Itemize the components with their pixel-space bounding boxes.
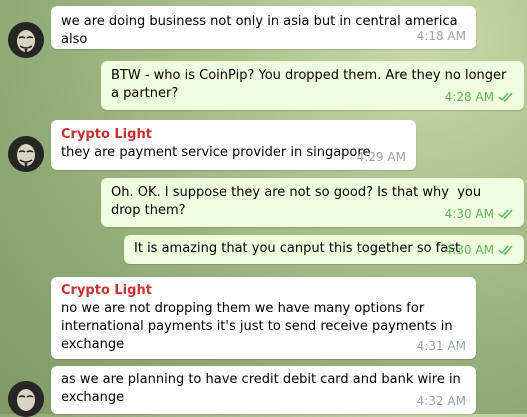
message-meta: 4:30 AM bbox=[445, 241, 514, 259]
avatar[interactable] bbox=[8, 136, 44, 172]
message-time: 4:18 AM bbox=[416, 29, 466, 43]
message-bubble-incoming[interactable]: Crypto Light no we are not dropping them… bbox=[51, 277, 476, 359]
double-check-icon bbox=[498, 92, 513, 102]
message-text: we are doing business not only in asia b… bbox=[61, 14, 462, 47]
message-bubble-incoming[interactable]: we are doing business not only in asia b… bbox=[51, 6, 476, 49]
sender-name[interactable]: Crypto Light bbox=[61, 126, 406, 144]
message-bubble-incoming[interactable]: as we are planning to have credit debit … bbox=[51, 366, 476, 414]
double-check-icon bbox=[498, 245, 513, 255]
message-meta: 4:28 AM bbox=[445, 88, 514, 106]
message-meta: 4:30 AM bbox=[445, 205, 514, 223]
message-time: 4:30 AM bbox=[444, 207, 494, 221]
message-text: no we are not dropping them we have many… bbox=[61, 301, 457, 352]
masked-face-icon bbox=[8, 381, 44, 417]
double-check-icon bbox=[498, 209, 513, 219]
sender-name[interactable]: Crypto Light bbox=[61, 282, 466, 300]
avatar[interactable] bbox=[8, 381, 44, 417]
avatar[interactable] bbox=[8, 22, 44, 58]
message-bubble-incoming[interactable]: Crypto Light they are payment service pr… bbox=[51, 120, 416, 170]
masked-face-icon bbox=[8, 136, 44, 172]
message-text: they are payment service provider in sin… bbox=[61, 145, 371, 160]
message-time: 4:32 AM bbox=[416, 394, 466, 408]
message-text: as we are planning to have credit debit … bbox=[61, 372, 465, 405]
masked-face-icon bbox=[8, 22, 44, 58]
message-bubble-outgoing[interactable]: BTW - who is CoinPip? You dropped them. … bbox=[101, 61, 524, 110]
message-bubble-outgoing[interactable]: It is amazing that you canput this toget… bbox=[124, 235, 524, 264]
message-time: 4:28 AM bbox=[444, 90, 494, 104]
message-time: 4:29 AM bbox=[356, 150, 406, 164]
message-time: 4:31 AM bbox=[416, 339, 466, 353]
chat-history[interactable]: we are doing business not only in asia b… bbox=[0, 0, 527, 417]
message-bubble-outgoing[interactable]: Oh. OK. I suppose they are not so good? … bbox=[101, 178, 524, 227]
message-time: 4:30 AM bbox=[444, 243, 494, 257]
